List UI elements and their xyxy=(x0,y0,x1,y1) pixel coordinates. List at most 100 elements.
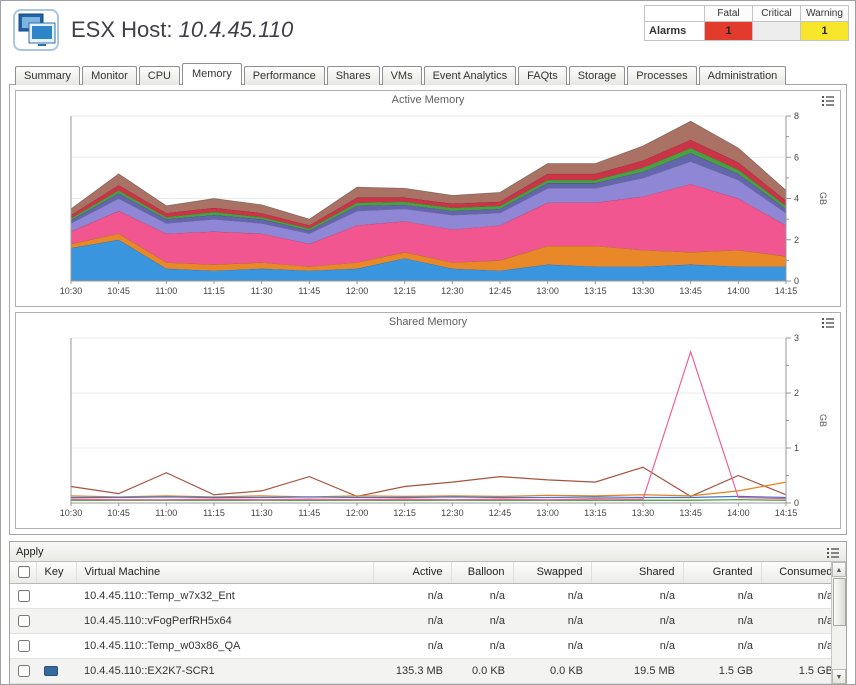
active-cell: 135.3 MB xyxy=(373,658,451,683)
select-all-checkbox[interactable] xyxy=(18,566,30,578)
svg-text:13:00: 13:00 xyxy=(536,286,559,296)
swapped-cell: n/a xyxy=(513,608,591,633)
column-header-shared: Shared xyxy=(591,562,683,583)
charts-container: Active Memory 02468GB10:3010:4511:0011:1… xyxy=(9,84,847,535)
chart-customizer-icon[interactable] xyxy=(821,94,835,106)
key-cell xyxy=(36,633,76,658)
header: ESX Host: 10.4.45.110 Fatal Critical War… xyxy=(1,1,855,63)
warning-alarm-count[interactable]: 1 xyxy=(801,22,849,41)
alarms-panel: Fatal Critical Warning Alarms 1 1 xyxy=(644,5,849,41)
column-header-granted: Granted xyxy=(683,562,761,583)
tab-processes[interactable]: Processes xyxy=(627,66,696,85)
row-checkbox[interactable] xyxy=(18,590,30,602)
column-header-select xyxy=(10,562,36,583)
column-header-virtual-machine: Virtual Machine xyxy=(76,562,373,583)
svg-text:13:30: 13:30 xyxy=(632,286,655,296)
svg-text:8: 8 xyxy=(794,111,799,121)
svg-text:3: 3 xyxy=(794,333,799,343)
svg-text:11:45: 11:45 xyxy=(298,286,320,296)
tab-shares[interactable]: Shares xyxy=(327,66,380,85)
active-memory-chart: 02468GB10:3010:4511:0011:1511:3011:4512:… xyxy=(16,108,834,301)
balloon-cell: n/a xyxy=(451,583,513,608)
chart-customizer-icon[interactable] xyxy=(821,316,835,328)
balloon-cell: 0.0 KB xyxy=(451,658,513,683)
vm-name-cell[interactable]: 10.4.45.110::Temp_w03x86_QA xyxy=(76,633,373,658)
swapped-cell: n/a xyxy=(513,633,591,658)
table-row[interactable]: 10.4.45.110::Temp_w7x32_Entn/an/an/an/an… xyxy=(10,583,841,608)
column-header-consumed: Consumed xyxy=(761,562,841,583)
svg-text:11:15: 11:15 xyxy=(203,286,225,296)
vertical-scrollbar[interactable]: ▲ ▼ xyxy=(831,562,846,684)
tab-administration[interactable]: Administration xyxy=(699,66,787,85)
key-cell xyxy=(36,583,76,608)
shared-memory-chart-title: Shared Memory xyxy=(16,313,840,330)
svg-text:12:30: 12:30 xyxy=(441,508,464,518)
apply-bar: Apply xyxy=(10,542,846,562)
tab-summary[interactable]: Summary xyxy=(15,66,80,85)
svg-text:GB: GB xyxy=(818,414,828,427)
alarms-col-fatal: Fatal xyxy=(705,6,753,22)
consumed-cell: n/a xyxy=(761,583,841,608)
tab-memory[interactable]: Memory xyxy=(182,63,242,85)
vm-name-cell[interactable]: 10.4.45.110::EX2K7-SCR1 xyxy=(76,658,373,683)
row-checkbox[interactable] xyxy=(18,640,30,652)
scroll-down-button[interactable]: ▼ xyxy=(832,669,846,684)
apply-button[interactable]: Apply xyxy=(16,546,44,558)
tab-cpu[interactable]: CPU xyxy=(139,66,180,85)
svg-text:10:45: 10:45 xyxy=(107,286,130,296)
swapped-cell: 0.0 KB xyxy=(513,658,591,683)
svg-text:12:15: 12:15 xyxy=(393,508,416,518)
tab-vms[interactable]: VMs xyxy=(382,66,422,85)
vm-memory-table-panel: Apply KeyVirtual MachineActiveBalloonSwa… xyxy=(9,541,847,685)
svg-text:13:00: 13:00 xyxy=(536,508,559,518)
key-cell xyxy=(36,658,76,683)
active-cell: n/a xyxy=(373,633,451,658)
consumed-cell: 1.5 GB xyxy=(761,658,841,683)
fatal-alarm-count[interactable]: 1 xyxy=(705,22,753,41)
svg-text:4: 4 xyxy=(794,194,799,204)
critical-alarm-count[interactable] xyxy=(753,22,801,41)
svg-text:GB: GB xyxy=(818,192,828,205)
esx-host-icon xyxy=(13,9,59,56)
table-row[interactable]: 10.4.45.110::vFogPerfRH5x64n/an/an/an/an… xyxy=(10,608,841,633)
tab-storage[interactable]: Storage xyxy=(569,66,626,85)
vm-name-cell[interactable]: 10.4.45.110::Temp_w7x32_Ent xyxy=(76,583,373,608)
svg-text:11:30: 11:30 xyxy=(251,508,273,518)
tab-faqts[interactable]: FAQts xyxy=(518,66,567,85)
vm-memory-table: KeyVirtual MachineActiveBalloonSwappedSh… xyxy=(10,562,842,684)
svg-text:0: 0 xyxy=(794,498,799,508)
shared-cell: n/a xyxy=(591,583,683,608)
page-title-prefix: ESX Host: xyxy=(71,17,172,42)
balloon-cell: n/a xyxy=(451,608,513,633)
scrollbar-thumb[interactable] xyxy=(833,578,846,626)
granted-cell: n/a xyxy=(683,633,761,658)
shared-cell: n/a xyxy=(591,633,683,658)
row-checkbox[interactable] xyxy=(18,665,30,677)
tab-event-analytics[interactable]: Event Analytics xyxy=(424,66,517,85)
svg-text:6: 6 xyxy=(794,152,799,162)
consumed-cell: n/a xyxy=(761,608,841,633)
svg-text:13:45: 13:45 xyxy=(679,508,702,518)
tab-performance[interactable]: Performance xyxy=(244,66,325,85)
alarms-col-critical: Critical xyxy=(753,6,801,22)
vm-name-cell[interactable]: 10.4.45.110::vFogPerfRH5x64 xyxy=(76,608,373,633)
table-row[interactable]: 10.4.45.110::EX2K7-SCR1135.3 MB0.0 KB0.0… xyxy=(10,658,841,683)
svg-text:12:30: 12:30 xyxy=(441,286,464,296)
svg-text:13:15: 13:15 xyxy=(584,286,607,296)
key-cell xyxy=(36,608,76,633)
svg-text:13:15: 13:15 xyxy=(584,508,607,518)
svg-text:10:45: 10:45 xyxy=(107,508,130,518)
shared-memory-chart: 0123GB10:3010:4511:0011:1511:3011:4512:0… xyxy=(16,330,834,523)
tab-monitor[interactable]: Monitor xyxy=(82,66,137,85)
granted-cell: n/a xyxy=(683,583,761,608)
svg-text:14:15: 14:15 xyxy=(775,286,798,296)
scroll-up-button[interactable]: ▲ xyxy=(832,562,846,577)
svg-text:13:30: 13:30 xyxy=(632,508,655,518)
table-customizer-icon[interactable] xyxy=(826,546,840,558)
esx-host-memory-view: ESX Host: 10.4.45.110 Fatal Critical War… xyxy=(0,0,856,685)
table-row[interactable]: 10.4.45.110::Temp_w03x86_QAn/an/an/an/an… xyxy=(10,633,841,658)
row-checkbox[interactable] xyxy=(18,615,30,627)
swapped-cell: n/a xyxy=(513,583,591,608)
consumed-cell: n/a xyxy=(761,633,841,658)
column-header-active: Active xyxy=(373,562,451,583)
